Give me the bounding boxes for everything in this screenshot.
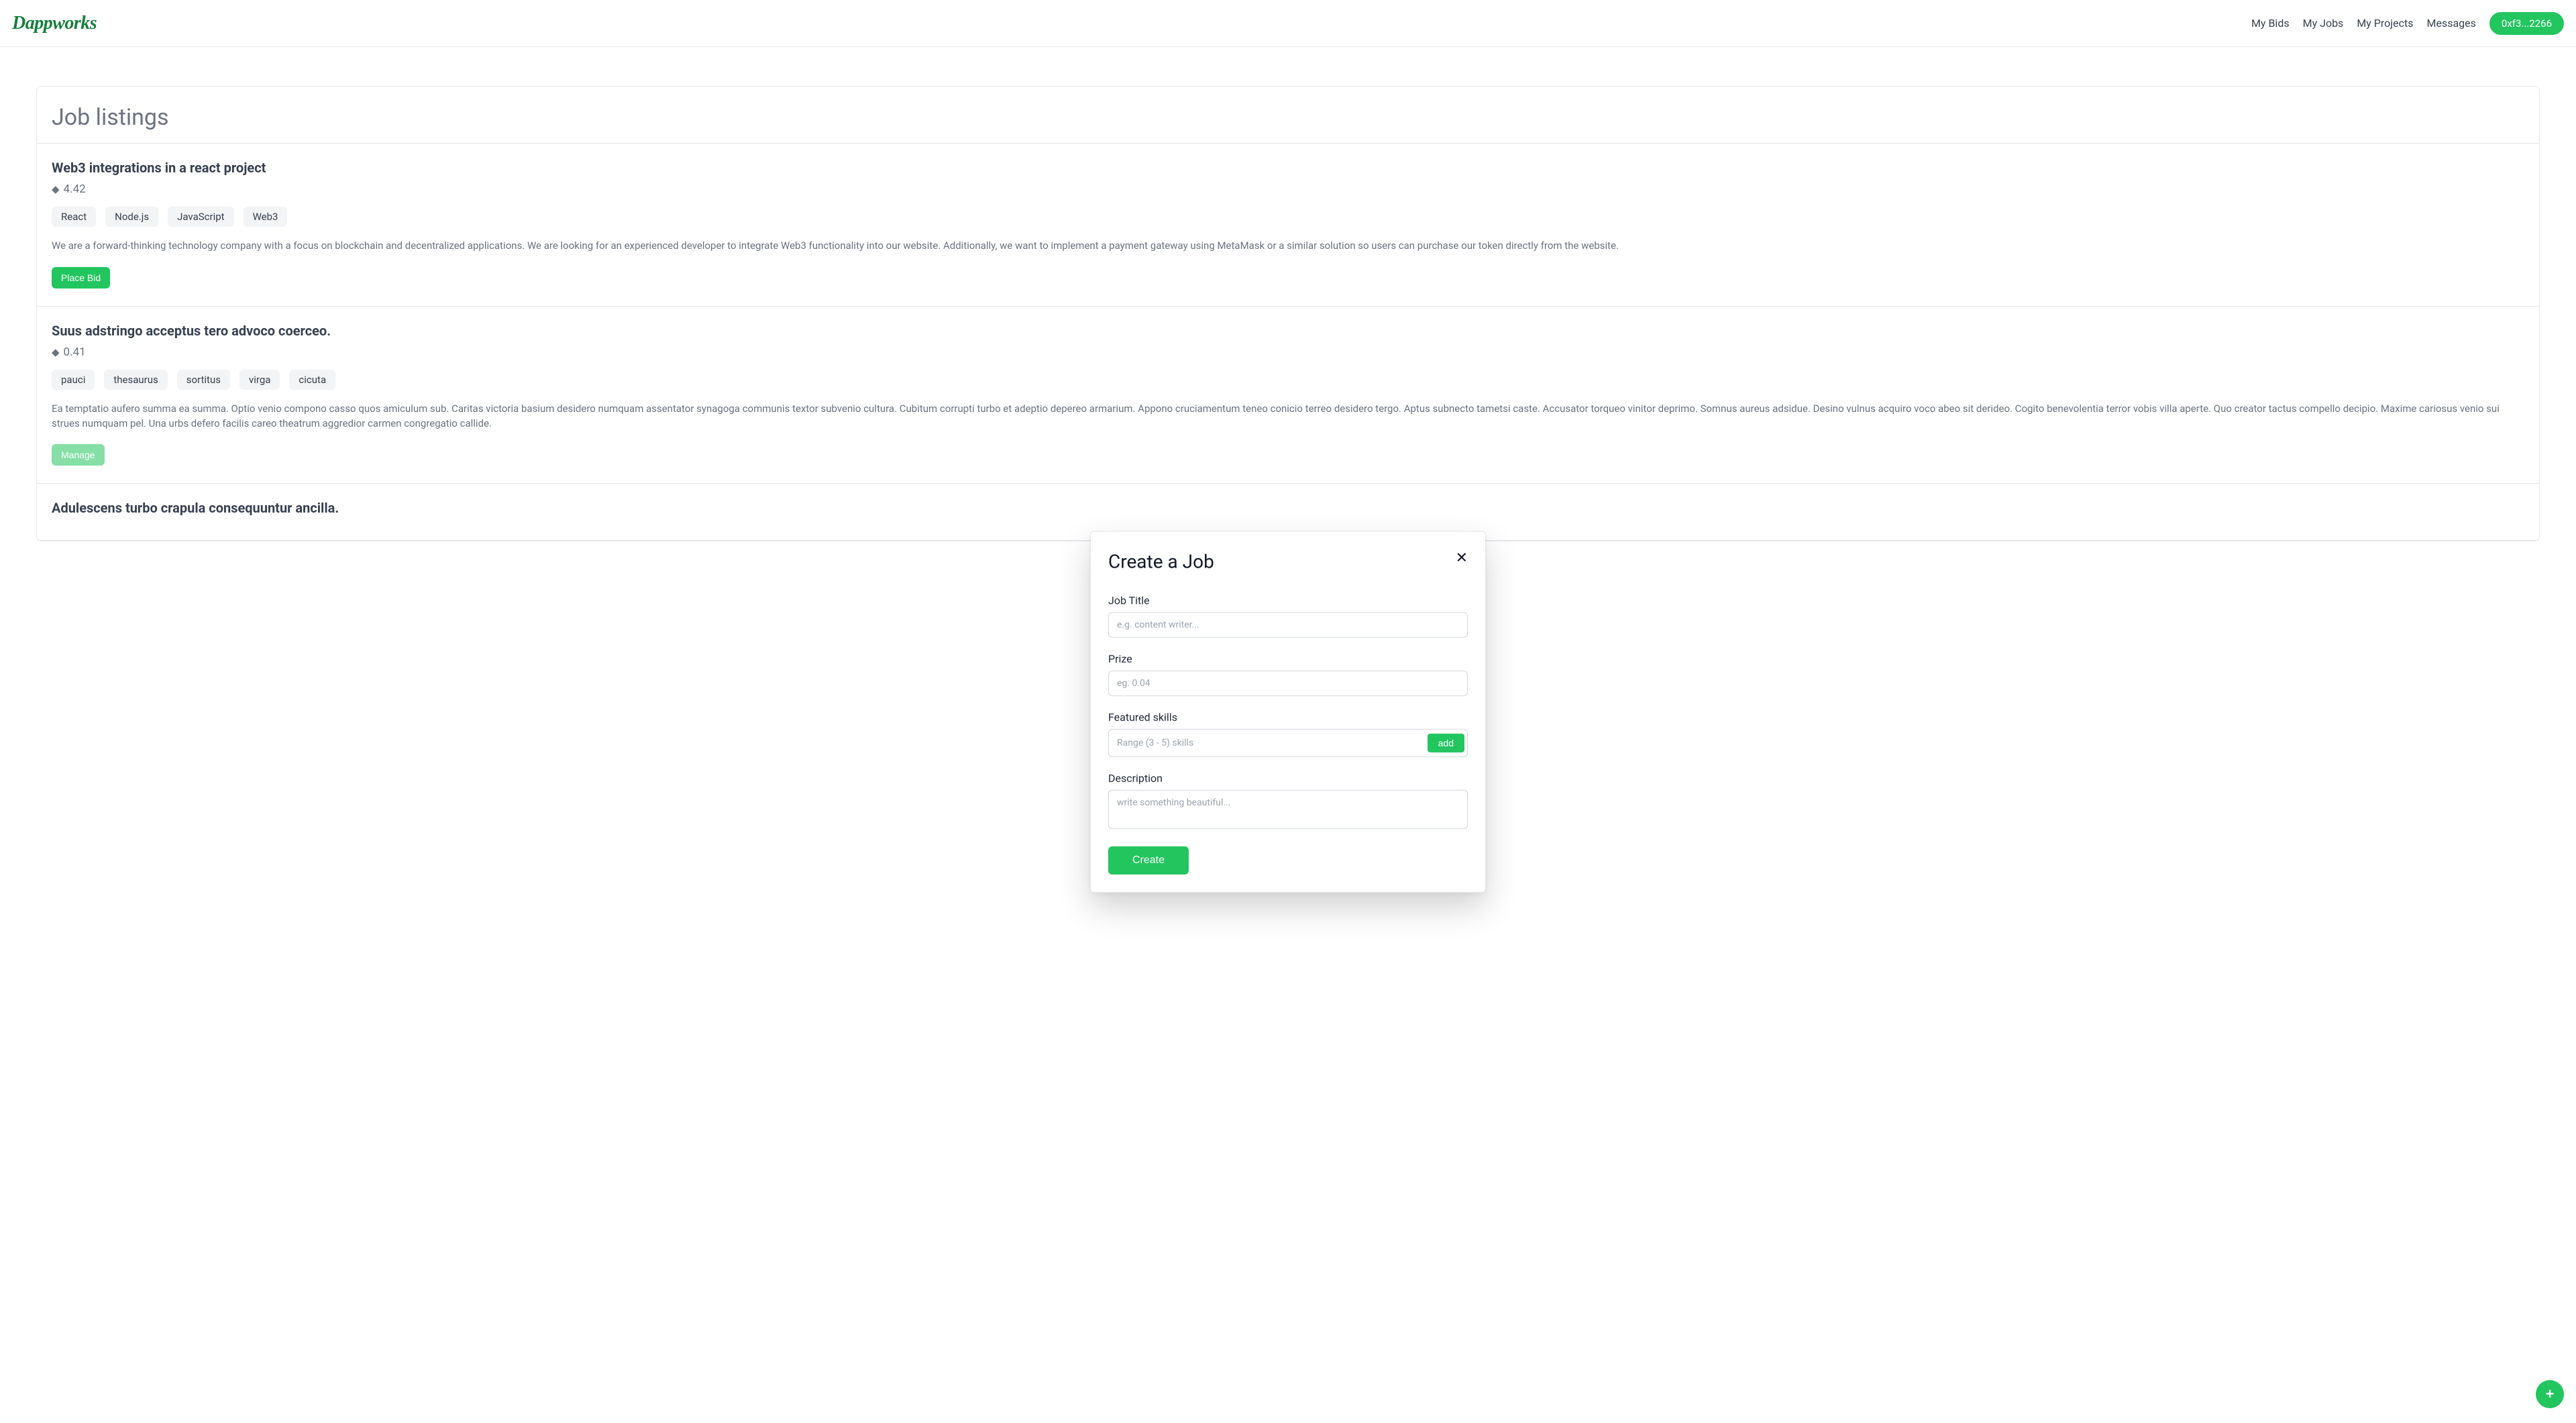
nav-messages[interactable]: Messages [2426, 17, 2475, 30]
place-bid-button[interactable]: Place Bid [52, 267, 110, 288]
create-job-fab[interactable]: + [2536, 1380, 2564, 1408]
nav-my-bids[interactable]: My Bids [2251, 17, 2290, 30]
skill-tag: cicuta [289, 370, 335, 390]
job-description: Ea temptatio aufero summa ea summa. Opti… [52, 402, 2524, 431]
add-skill-button[interactable]: add [1428, 733, 1464, 752]
page-body: Job listings Web3 integrations in a reac… [0, 47, 2576, 580]
ethereum-icon: ◆ [52, 183, 60, 195]
label-description: Description [1108, 772, 1468, 784]
ethereum-icon: ◆ [52, 346, 60, 358]
listings-heading: Job listings [52, 104, 2524, 131]
form-group-prize: Prize [1108, 652, 1468, 696]
skill-tag: React [52, 207, 96, 227]
input-job-title[interactable] [1108, 612, 1468, 637]
label-featured-skills: Featured skills [1108, 710, 1468, 723]
form-group-description: Description [1108, 772, 1468, 831]
skill-tag: Web3 [244, 207, 288, 227]
input-prize[interactable] [1108, 670, 1468, 696]
job-price-value: 0.41 [64, 346, 86, 359]
label-prize: Prize [1108, 652, 1468, 665]
job-price-value: 4.42 [64, 182, 86, 196]
top-navbar: Dappworks My Bids My Jobs My Projects Me… [0, 0, 2576, 47]
job-item: Web3 integrations in a react project ◆ 4… [37, 144, 2539, 307]
skill-tag: Node.js [105, 207, 158, 227]
brand-logo: Dappworks [12, 13, 97, 34]
create-job-submit-button[interactable]: Create [1108, 846, 1189, 874]
job-item: Suus adstringo acceptus tero advoco coer… [37, 307, 2539, 484]
job-listings-card: Job listings Web3 integrations in a reac… [36, 86, 2540, 541]
manage-button[interactable]: Manage [52, 444, 105, 466]
wallet-address-pill[interactable]: 0xf3...2266 [2489, 12, 2564, 35]
skill-tag: pauci [52, 370, 95, 390]
primary-nav: My Bids My Jobs My Projects Messages 0xf… [2251, 12, 2564, 35]
skills-input-wrapper: add [1108, 729, 1468, 757]
nav-my-jobs[interactable]: My Jobs [2303, 17, 2344, 30]
modal-header: Create a Job ✕ [1108, 550, 1468, 572]
job-title: Suus adstringo acceptus tero advoco coer… [52, 323, 2524, 339]
job-title: Web3 integrations in a react project [52, 160, 2524, 176]
close-icon: ✕ [1456, 549, 1468, 566]
nav-my-projects[interactable]: My Projects [2357, 17, 2413, 30]
skill-tag: JavaScript [168, 207, 233, 227]
input-description[interactable] [1108, 790, 1468, 829]
job-price: ◆ 4.42 [52, 182, 2524, 196]
label-job-title: Job Title [1108, 594, 1468, 607]
job-title: Adulescens turbo crapula consequuntur an… [52, 500, 2524, 516]
job-description: We are a forward-thinking technology com… [52, 239, 2524, 254]
create-job-modal: Create a Job ✕ Job Title Prize Featured … [1090, 531, 1486, 892]
form-group-job-title: Job Title [1108, 594, 1468, 637]
form-group-skills: Featured skills add [1108, 710, 1468, 757]
skill-tag: thesaurus [104, 370, 167, 390]
skill-tag: sortitus [177, 370, 230, 390]
plus-icon: + [2546, 1385, 2555, 1403]
job-price: ◆ 0.41 [52, 346, 2524, 359]
modal-title: Create a Job [1108, 550, 1214, 572]
listings-header: Job listings [37, 87, 2539, 144]
job-skill-row: pauci thesaurus sortitus virga cicuta [52, 370, 2524, 390]
skill-tag: virga [239, 370, 280, 390]
job-skill-row: React Node.js JavaScript Web3 [52, 207, 2524, 227]
input-skills[interactable] [1117, 732, 1428, 753]
modal-close-button[interactable]: ✕ [1456, 550, 1468, 565]
